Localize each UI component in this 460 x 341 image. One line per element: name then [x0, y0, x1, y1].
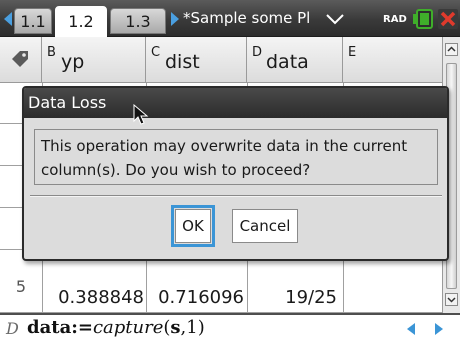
- tab-scroll-right-icon[interactable]: [171, 12, 179, 26]
- data-loss-dialog: Data Loss This operation may overwrite d…: [22, 86, 449, 261]
- formula-entry-line[interactable]: D data:=capture(s,1): [0, 313, 460, 341]
- dialog-title[interactable]: Data Loss: [24, 88, 447, 118]
- column-header-b[interactable]: B yp: [42, 37, 146, 83]
- column-letter: D: [252, 45, 263, 60]
- mouse-pointer-icon: [133, 104, 149, 125]
- column-header-c[interactable]: C dist: [146, 37, 247, 83]
- table-cell[interactable]: 0.388848: [46, 287, 144, 308]
- column-name: yp: [61, 51, 85, 73]
- dialog-message: This operation may overwrite data in the…: [41, 137, 408, 179]
- tab-1-1[interactable]: 1.1: [14, 8, 52, 34]
- tab-scroll-left-icon[interactable]: [4, 12, 12, 26]
- close-icon[interactable]: [438, 9, 458, 29]
- angle-mode-indicator: RAD: [383, 14, 407, 25]
- dialog-separator: [30, 195, 442, 197]
- document-title[interactable]: *Sample some Pl: [183, 9, 310, 31]
- nav-right-icon[interactable]: [432, 322, 446, 336]
- cancel-button[interactable]: Cancel: [232, 209, 298, 243]
- tab-1-2[interactable]: 1.2: [55, 6, 107, 37]
- column-header-d[interactable]: D data: [247, 37, 343, 83]
- ok-button[interactable]: OK: [171, 205, 215, 247]
- table-cell[interactable]: 0.716096: [150, 287, 244, 308]
- sheet-corner[interactable]: [0, 37, 42, 83]
- formula-arg: s: [170, 317, 181, 338]
- document-toolbar: 1.1 1.2 1.3 *Sample some Pl RAD: [0, 0, 460, 37]
- tab-1-3[interactable]: 1.3: [110, 8, 166, 34]
- entry-column-tag: D: [6, 319, 19, 338]
- formula-text[interactable]: data:=capture(s,1): [27, 317, 205, 338]
- column-letter: B: [47, 45, 56, 60]
- column-name: data: [266, 51, 309, 73]
- dialog-message-box: This operation may overwrite data in the…: [34, 129, 438, 185]
- column-header-e[interactable]: E: [343, 37, 442, 83]
- table-cell[interactable]: 19/25: [251, 287, 337, 308]
- formula-rest: ,1): [180, 317, 205, 338]
- doc-menu-chevron-icon[interactable]: [326, 13, 344, 25]
- column-header-row: B yp C dist D data E: [0, 37, 442, 83]
- column-letter: C: [151, 45, 161, 60]
- formula-name: data:=: [27, 317, 93, 338]
- formula-function: capture: [92, 317, 164, 338]
- battery-icon: [413, 9, 433, 29]
- nav-left-icon[interactable]: [404, 322, 418, 336]
- column-letter: E: [348, 45, 357, 60]
- scroll-up-icon[interactable]: [445, 43, 458, 56]
- tag-icon: [12, 51, 28, 67]
- scroll-down-icon[interactable]: [445, 293, 458, 306]
- row-index[interactable]: 5: [0, 277, 42, 296]
- column-name: dist: [165, 51, 200, 73]
